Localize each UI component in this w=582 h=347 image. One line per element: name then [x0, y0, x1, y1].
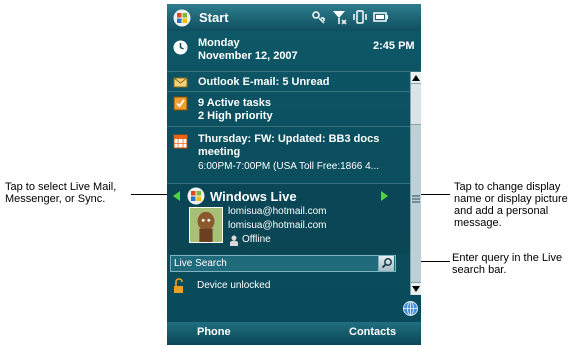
outlook-email-row[interactable]: Outlook E-mail: 5 Unread [167, 72, 410, 92]
arrow-right-icon[interactable] [380, 190, 390, 202]
phone-softkey[interactable]: Phone [197, 326, 231, 338]
softkey-bar: Phone Contacts [167, 322, 421, 345]
callout-line-right-top [418, 194, 450, 195]
windows-live-title[interactable]: Windows Live [210, 189, 297, 204]
callout-line-left [131, 194, 167, 195]
live-search-bar[interactable]: Live Search [170, 255, 396, 272]
calendar-row[interactable]: Thursday: FW: Updated: BB3 docs meeting … [167, 127, 410, 184]
tasks-priority: 2 High priority [198, 110, 273, 122]
calendar-subject-cont: meeting [198, 146, 241, 158]
device-lock-row[interactable]: Device unlocked [167, 275, 410, 297]
date-full: November 12, 2007 [198, 50, 298, 62]
title-bar: Start [167, 4, 421, 31]
search-button[interactable] [378, 256, 394, 271]
device-status: Device unlocked [197, 280, 271, 291]
search-icon [381, 258, 392, 269]
scroll-thumb[interactable] [411, 124, 421, 284]
callout-select-live-service: Tap to select Live Mail, Messenger, or S… [5, 181, 117, 205]
tasks-icon [173, 96, 188, 111]
windows-live-panel[interactable]: Windows Live lomisua@hotmail.com lomisua… [167, 184, 410, 254]
email-summary: Outlook E-mail: 5 Unread [198, 76, 330, 88]
grip-icon [412, 195, 420, 203]
callout-change-display: Tap to change display name or display pi… [454, 181, 568, 229]
scroll-up-button[interactable] [411, 72, 421, 84]
display-name[interactable]: lomisua@hotmail.com [228, 206, 327, 217]
tasks-row[interactable]: 9 Active tasks 2 High priority [167, 92, 410, 127]
caret-up-icon [412, 75, 420, 81]
windows-start-icon[interactable] [173, 9, 191, 27]
clock-time: 2:45 PM [373, 40, 415, 52]
windows-mobile-today-screen: Start Monday November 12, 2007 2:45 PM O… [167, 4, 421, 345]
unlock-icon [174, 278, 183, 293]
live-search-input[interactable]: Live Search [174, 258, 227, 269]
vibrate-icon[interactable] [352, 9, 368, 25]
calendar-subject: Thursday: FW: Updated: BB3 docs [198, 133, 380, 145]
connectivity-icon[interactable] [310, 9, 326, 25]
scrollbar[interactable] [410, 72, 421, 295]
contacts-softkey[interactable]: Contacts [349, 326, 396, 338]
arrow-left-icon[interactable] [171, 190, 181, 202]
signal-icon[interactable] [331, 9, 347, 25]
calendar-time: 6:00PM-7:00PM (USA Toll Free:1866 4... [198, 161, 380, 172]
windows-live-icon [187, 187, 205, 205]
callout-live-search: Enter query in the Live search bar. [452, 252, 563, 276]
globe-icon[interactable] [403, 301, 418, 316]
clock-icon [173, 40, 188, 55]
presence-icon [230, 235, 238, 246]
presence-status[interactable]: Offline [242, 234, 271, 245]
avatar[interactable] [189, 207, 223, 243]
date-day: Monday [198, 37, 240, 49]
email-icon [173, 77, 188, 88]
scroll-down-button[interactable] [411, 282, 421, 294]
battery-icon[interactable] [373, 9, 389, 25]
caret-down-icon [412, 286, 420, 292]
calendar-icon [173, 134, 188, 149]
personal-message[interactable]: lomisua@hotmail.com [228, 220, 327, 231]
tasks-active: 9 Active tasks [198, 97, 271, 109]
date-row[interactable]: Monday November 12, 2007 2:45 PM [167, 31, 421, 72]
start-label[interactable]: Start [199, 10, 229, 25]
